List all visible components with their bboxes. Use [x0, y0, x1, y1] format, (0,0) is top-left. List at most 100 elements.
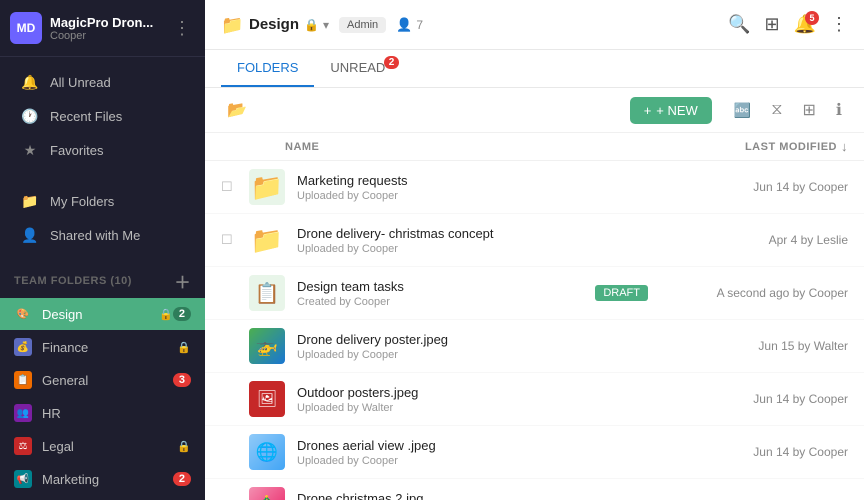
- file-modified-date: Apr 4 by Leslie: [648, 233, 848, 247]
- sidebar-item-general[interactable]: 📋 General 3: [0, 364, 205, 396]
- row-checkbox[interactable]: ☐: [221, 338, 241, 354]
- sidebar-item-label: All Unread: [50, 75, 111, 90]
- general-folder-icon: 📋: [14, 371, 32, 389]
- sidebar-item-shared-with-me[interactable]: 👤 Shared with Me: [6, 219, 199, 252]
- lock-icon: 🔒: [177, 341, 191, 354]
- tab-folders[interactable]: FOLDERS: [221, 50, 314, 87]
- general-badge: 3: [173, 373, 191, 387]
- file-info: Drone delivery poster.jpeg Uploaded by C…: [297, 332, 648, 361]
- table-row[interactable]: ☐ 🖼 Outdoor posters.jpeg Uploaded by Wal…: [205, 373, 864, 426]
- sidebar-item-hr[interactable]: 👥 HR: [0, 397, 205, 429]
- image-icon: 🌐: [256, 442, 278, 463]
- file-thumbnail: 🌐: [249, 434, 285, 470]
- file-uploader: Uploaded by Cooper: [297, 190, 648, 202]
- topbar-admin-badge: Admin: [339, 17, 386, 33]
- tab-unread[interactable]: UNREAD 2: [314, 50, 401, 87]
- sidebar-scroll: 🔔 All Unread 🕐 Recent Files ★ Favorites …: [0, 57, 205, 500]
- table-row[interactable]: ☐ 📁 Drone delivery- christmas concept Up…: [205, 214, 864, 267]
- sidebar-item-public-relations[interactable]: 📣 Public Relations 1: [0, 496, 205, 500]
- add-team-folder-icon[interactable]: ＋: [174, 269, 191, 293]
- app-name: MagicPro Dron...: [50, 15, 169, 30]
- row-checkbox[interactable]: ☐: [221, 232, 241, 248]
- sort-icon[interactable]: 🔤: [728, 98, 757, 123]
- list-header: NAME LAST MODIFIED ↓: [205, 133, 864, 161]
- team-folders-header: TEAM FOLDERS (10) ＋: [0, 261, 205, 297]
- topbar-title: Design: [249, 16, 299, 33]
- image-icon: 🚁: [256, 336, 278, 357]
- design-badge: 2: [173, 307, 191, 321]
- col-modified-header[interactable]: LAST MODIFIED ↓: [648, 139, 848, 154]
- sidebar-menu-icon[interactable]: ⋮: [169, 18, 195, 39]
- topbar: 📁 Design 🔒 ▾ Admin 👤 7 🔍 ⊞ 🔔 5 ⋮: [205, 0, 864, 50]
- row-checkbox[interactable]: ☐: [221, 285, 241, 301]
- sidebar-item-label: Shared with Me: [50, 228, 140, 243]
- marketing-badge: 2: [173, 472, 191, 486]
- file-thumbnail: 🖼: [249, 381, 285, 417]
- sidebar-item-legal[interactable]: ⚖ Legal 🔒: [0, 430, 205, 462]
- sidebar-item-all-unread[interactable]: 🔔 All Unread: [6, 66, 199, 99]
- new-button-label: + NEW: [656, 103, 698, 118]
- sidebar-item-finance[interactable]: 💰 Finance 🔒: [0, 331, 205, 363]
- image-icon: 🎄: [256, 495, 278, 500]
- table-row[interactable]: ☐ 📁 Marketing requests Uploaded by Coope…: [205, 161, 864, 214]
- file-uploader: Uploaded by Cooper: [297, 455, 648, 467]
- row-checkbox[interactable]: ☐: [221, 179, 241, 195]
- file-info: Drone christmas 2.jpg Uploaded by Shaun: [297, 491, 648, 500]
- task-icon: 📋: [255, 281, 280, 306]
- sidebar-item-favorites[interactable]: ★ Favorites: [6, 134, 199, 167]
- sidebar-nav: 🔔 All Unread 🕐 Recent Files ★ Favorites: [0, 57, 205, 176]
- sidebar-item-label: My Folders: [50, 194, 114, 209]
- folder-icon: 📁: [251, 225, 283, 256]
- team-item-label: General: [42, 373, 173, 388]
- col-name-header: NAME: [221, 141, 648, 153]
- draft-badge: DRAFT: [595, 285, 648, 301]
- toolbar-right: 🔤 ⧖ ⊞ ℹ: [728, 96, 848, 124]
- bell-icon: 🔔: [20, 74, 40, 91]
- row-checkbox[interactable]: ☐: [221, 444, 241, 460]
- clock-icon: 🕐: [20, 108, 40, 125]
- new-button[interactable]: + + NEW: [630, 97, 712, 124]
- sidebar: MD MagicPro Dron... Cooper ⋮ 🔔 All Unrea…: [0, 0, 205, 500]
- table-row[interactable]: ☐ 🌐 Drones aerial view .jpeg Uploaded by…: [205, 426, 864, 479]
- team-item-label: Finance: [42, 340, 173, 355]
- lock-icon: 🔒: [159, 308, 173, 321]
- table-row[interactable]: ☐ 📋 Design team tasks Created by Cooper …: [205, 267, 864, 320]
- tab-unread-label: UNREAD: [330, 60, 385, 75]
- row-checkbox[interactable]: ☐: [221, 391, 241, 407]
- sidebar-item-recent-files[interactable]: 🕐 Recent Files: [6, 100, 199, 133]
- my-section: 📁 My Folders 👤 Shared with Me: [0, 176, 205, 261]
- notifications-icon[interactable]: 🔔 5: [794, 14, 816, 35]
- sidebar-header: MD MagicPro Dron... Cooper ⋮: [0, 0, 205, 57]
- file-name: Design team tasks: [297, 279, 595, 294]
- info-icon[interactable]: ℹ: [830, 96, 848, 124]
- main-content: 📁 Design 🔒 ▾ Admin 👤 7 🔍 ⊞ 🔔 5 ⋮ FOLDERS: [205, 0, 864, 500]
- unread-badge: 2: [384, 56, 400, 69]
- table-row[interactable]: ☐ 🚁 Drone delivery poster.jpeg Uploaded …: [205, 320, 864, 373]
- hr-folder-icon: 👥: [14, 404, 32, 422]
- folder-nav-icon[interactable]: 📂: [221, 96, 253, 124]
- file-thumbnail: 🎄: [249, 487, 285, 500]
- table-row[interactable]: ☐ 🎄 Drone christmas 2.jpg Uploaded by Sh…: [205, 479, 864, 500]
- sidebar-item-my-folders[interactable]: 📁 My Folders: [6, 185, 199, 218]
- file-name: Marketing requests: [297, 173, 648, 188]
- search-icon[interactable]: 🔍: [728, 14, 750, 35]
- file-thumbnail: 📁: [249, 169, 285, 205]
- sidebar-item-label: Favorites: [50, 143, 103, 158]
- file-modified-date: Jun 15 by Walter: [648, 339, 848, 353]
- sidebar-item-marketing[interactable]: 📢 Marketing 2: [0, 463, 205, 495]
- lock-icon: 🔒: [177, 440, 191, 453]
- file-modified-date: Jun 14 by Cooper: [648, 180, 848, 194]
- topbar-dropdown-arrow[interactable]: ▾: [323, 18, 329, 32]
- team-item-label: Marketing: [42, 472, 173, 487]
- app-title: MagicPro Dron... Cooper: [50, 15, 169, 42]
- sidebar-item-design[interactable]: 🎨 Design 🔒 2: [0, 298, 205, 330]
- team-folders-label: TEAM FOLDERS (10): [14, 275, 132, 287]
- more-options-icon[interactable]: ⋮: [830, 14, 848, 35]
- topbar-actions: 🔍 ⊞ 🔔 5 ⋮: [728, 14, 848, 35]
- members-icon: 👤: [396, 17, 412, 33]
- filter-icon[interactable]: ⧖: [765, 97, 788, 123]
- file-uploader: Created by Cooper: [297, 296, 595, 308]
- legal-folder-icon: ⚖: [14, 437, 32, 455]
- apps-grid-icon[interactable]: ⊞: [764, 14, 779, 35]
- view-toggle-icon[interactable]: ⊞: [797, 96, 822, 124]
